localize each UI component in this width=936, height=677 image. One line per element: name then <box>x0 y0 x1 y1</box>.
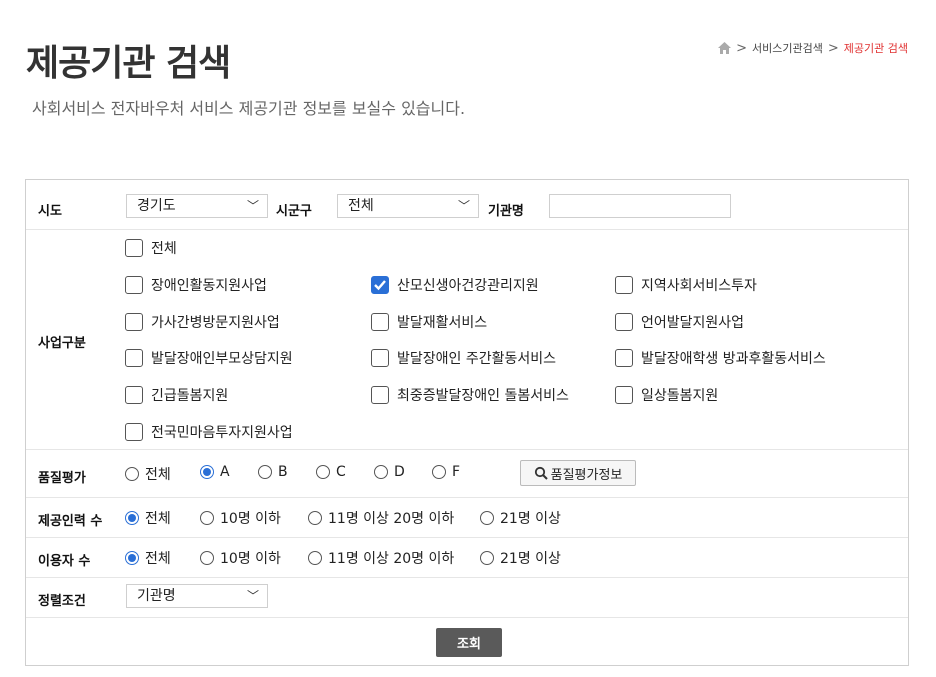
checkbox[interactable] <box>125 349 143 367</box>
checkbox[interactable] <box>615 276 633 294</box>
sido-label: 시도 <box>38 204 62 219</box>
staff-radio-21-plus[interactable]: 21명 이상 <box>480 508 561 528</box>
checkbox[interactable] <box>615 313 633 331</box>
users-radio-under-10[interactable]: 10명 이하 <box>200 548 281 568</box>
chevron-down-icon: ﹀ <box>457 199 470 213</box>
checkbox[interactable] <box>125 276 143 294</box>
checkbox[interactable] <box>371 349 389 367</box>
business-option-after-school[interactable]: 발달장애학생 방과후활동서비스 <box>615 348 826 368</box>
checkbox-all[interactable] <box>125 239 143 257</box>
business-option-all[interactable]: 전체 <box>125 238 177 258</box>
page-title: 제공기관 검색 <box>26 43 231 84</box>
checkbox[interactable] <box>371 313 389 331</box>
business-option-housework-care[interactable]: 가사간병방문지원사업 <box>125 312 280 332</box>
staff-row: 제공인력 수 전체 10명 이하 11명 이상 20명 이하 21명 이상 <box>26 498 908 538</box>
agency-name-input[interactable] <box>549 194 731 218</box>
breadcrumb-item-current: 제공기관 검색 <box>843 42 908 55</box>
checkbox[interactable] <box>615 386 633 404</box>
users-radio-21-plus[interactable]: 21명 이상 <box>480 548 561 568</box>
staff-label: 제공인력 수 <box>38 514 103 529</box>
sort-select[interactable]: 기관명 ﹀ <box>126 584 268 608</box>
sigungu-select[interactable]: 전체 ﹀ <box>337 194 479 218</box>
checkbox[interactable] <box>125 313 143 331</box>
breadcrumb: > 서비스기관검색 > 제공기관 검색 <box>718 40 908 56</box>
breadcrumb-item-service-search[interactable]: 서비스기관검색 <box>752 40 823 56</box>
sort-row: 정렬조건 기관명 ﹀ <box>26 578 908 618</box>
checkbox[interactable] <box>615 349 633 367</box>
checkbox-checked[interactable] <box>371 276 389 294</box>
search-icon <box>534 466 548 480</box>
users-radio-11-20[interactable]: 11명 이상 20명 이하 <box>308 548 454 568</box>
business-option-emergency-care[interactable]: 긴급돌봄지원 <box>125 385 228 405</box>
quality-radio-a[interactable]: A <box>200 464 230 480</box>
sigungu-label: 시군구 <box>276 204 312 219</box>
business-option-language-development[interactable]: 언어발달지원사업 <box>615 312 744 332</box>
quality-radio-b[interactable]: B <box>258 464 288 480</box>
sort-value: 기관명 <box>137 588 176 604</box>
checkbox[interactable] <box>125 386 143 404</box>
business-option-mind-investment[interactable]: 전국민마음투자지원사업 <box>125 422 293 442</box>
business-row: 사업구분 전체 장애인활동지원사업 산모신생아건강관리지원 지역사회서비스투자 … <box>26 230 908 450</box>
sido-value: 경기도 <box>137 198 176 214</box>
business-option-community-investment[interactable]: 지역사회서비스투자 <box>615 275 757 295</box>
breadcrumb-separator: > <box>736 40 748 56</box>
quality-radio-f[interactable]: F <box>432 464 460 480</box>
quality-radio-all[interactable]: 전체 <box>125 464 171 484</box>
home-icon[interactable] <box>718 42 732 54</box>
chevron-down-icon: ﹀ <box>246 589 259 603</box>
sort-label: 정렬조건 <box>38 594 86 609</box>
quality-radio-d[interactable]: D <box>374 464 405 480</box>
agency-name-label: 기관명 <box>488 204 524 219</box>
staff-radio-all[interactable]: 전체 <box>125 508 171 528</box>
check-icon <box>374 280 386 291</box>
checkbox[interactable] <box>371 386 389 404</box>
region-row: 시도 경기도 ﹀ 시군구 전체 ﹀ 기관명 <box>26 180 908 230</box>
business-option-day-activity[interactable]: 발달장애인 주간활동서비스 <box>371 348 556 368</box>
search-submit-button[interactable]: 조회 <box>436 628 502 657</box>
sigungu-value: 전체 <box>348 198 374 214</box>
staff-radio-under-10[interactable]: 10명 이하 <box>200 508 281 528</box>
business-option-maternity-newborn[interactable]: 산모신생아건강관리지원 <box>371 275 539 295</box>
checkbox[interactable] <box>125 423 143 441</box>
users-radio-all[interactable]: 전체 <box>125 548 171 568</box>
quality-row: 품질평가 전체 A B C D F <box>26 450 908 498</box>
business-label: 사업구분 <box>38 336 86 351</box>
business-option-daily-care[interactable]: 일상돌봄지원 <box>615 385 718 405</box>
sido-select[interactable]: 경기도 ﹀ <box>126 194 268 218</box>
business-option-developmental-rehab[interactable]: 발달재활서비스 <box>371 312 487 332</box>
business-option-severe-care[interactable]: 최중증발달장애인 돌봄서비스 <box>371 385 569 405</box>
breadcrumb-separator: > <box>827 40 839 56</box>
business-option-parent-counseling[interactable]: 발달장애인부모상담지원 <box>125 348 293 368</box>
quality-radio-c[interactable]: C <box>316 464 346 480</box>
business-option-activity-support[interactable]: 장애인활동지원사업 <box>125 275 267 295</box>
chevron-down-icon: ﹀ <box>246 199 259 213</box>
quality-label: 품질평가 <box>38 471 86 486</box>
search-form: 시도 경기도 ﹀ 시군구 전체 ﹀ 기관명 사업구분 전체 장애인활동지원사업 <box>25 179 909 666</box>
users-row: 이용자 수 전체 10명 이하 11명 이상 20명 이하 21명 이상 <box>26 538 908 578</box>
page-subtitle: 사회서비스 전자바우처 서비스 제공기관 정보를 보실수 있습니다. <box>32 99 466 118</box>
quality-info-button[interactable]: 품질평가정보 <box>520 460 636 486</box>
staff-radio-11-20[interactable]: 11명 이상 20명 이하 <box>308 508 454 528</box>
users-label: 이용자 수 <box>38 554 91 569</box>
